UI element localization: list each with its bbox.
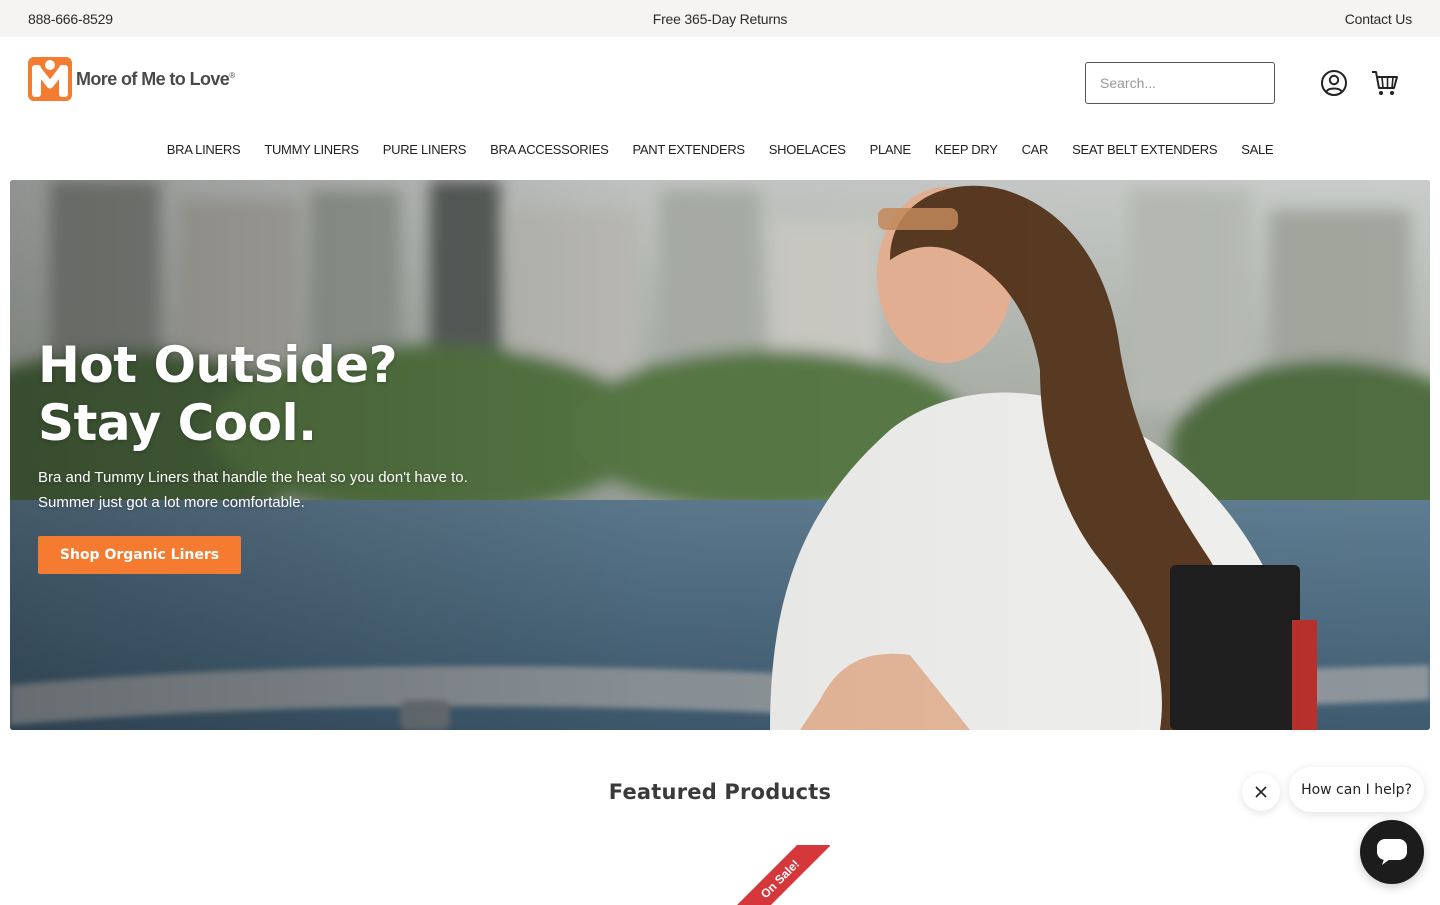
- nav-item-sale[interactable]: SALE: [1241, 142, 1273, 157]
- hero-background-image: [10, 180, 1430, 730]
- promo-message[interactable]: Free 365-Day Returns: [653, 11, 788, 27]
- nav-item-pure-liners[interactable]: PURE LINERS: [383, 142, 467, 157]
- cart-button[interactable]: [1370, 68, 1400, 98]
- site-header: More of Me to Love® BRA LINERS TUMMY LIN…: [0, 37, 1440, 180]
- phone-number[interactable]: 888-666-8529: [28, 11, 113, 27]
- logo-mark-icon: [28, 57, 72, 101]
- brand-logo[interactable]: More of Me to Love®: [28, 57, 235, 101]
- shop-organic-liners-button[interactable]: Shop Organic Liners: [38, 536, 241, 574]
- nav-item-shoelaces[interactable]: SHOELACES: [769, 142, 846, 157]
- shopping-cart-icon: [1372, 71, 1398, 95]
- contact-link[interactable]: Contact Us: [1345, 11, 1412, 27]
- nav-item-pant-extenders[interactable]: PANT EXTENDERS: [632, 142, 745, 157]
- nav-item-keep-dry[interactable]: KEEP DRY: [935, 142, 998, 157]
- hero-heading-line-1: Hot Outside?: [38, 336, 398, 394]
- user-circle-icon: [1321, 70, 1347, 96]
- nav-item-car[interactable]: CAR: [1022, 142, 1049, 157]
- hero-subtitle: Bra and Tummy Liners that handle the hea…: [38, 469, 468, 511]
- main-navigation: BRA LINERS TUMMY LINERS PURE LINERS BRA …: [0, 135, 1440, 163]
- featured-products-heading: Featured Products: [608, 780, 832, 804]
- search-input[interactable]: [1085, 62, 1275, 104]
- top-utility-bar: 888-666-8529 Free 365-Day Returns Contac…: [0, 0, 1440, 37]
- promo-wrapper: Free 365-Day Returns: [0, 11, 1440, 27]
- product-card-preview[interactable]: On Sale!: [720, 845, 830, 905]
- close-icon: [1255, 786, 1267, 798]
- nav-item-tummy-liners[interactable]: TUMMY LINERS: [264, 142, 359, 157]
- account-button[interactable]: [1319, 68, 1349, 98]
- nav-item-seat-belt-extenders[interactable]: SEAT BELT EXTENDERS: [1072, 142, 1217, 157]
- chat-launcher-button[interactable]: [1360, 820, 1424, 884]
- hero-heading-line-2: Stay Cool.: [38, 394, 317, 452]
- hero-heading: Hot Outside? Stay Cool.: [38, 336, 398, 452]
- chat-prompt-bubble[interactable]: How can I help?: [1289, 767, 1424, 812]
- nav-item-bra-liners[interactable]: BRA LINERS: [167, 142, 241, 157]
- brand-name: More of Me to Love®: [76, 68, 235, 89]
- on-sale-ribbon: On Sale!: [729, 845, 830, 905]
- nav-item-bra-accessories[interactable]: BRA ACCESSORIES: [490, 142, 609, 157]
- chat-bubble-icon: [1377, 839, 1407, 865]
- chat-dismiss-button[interactable]: [1242, 773, 1280, 811]
- trademark-mark: ®: [229, 70, 235, 80]
- hero-banner: Hot Outside? Stay Cool. Bra and Tummy Li…: [10, 180, 1430, 730]
- nav-item-plane[interactable]: PLANE: [870, 142, 911, 157]
